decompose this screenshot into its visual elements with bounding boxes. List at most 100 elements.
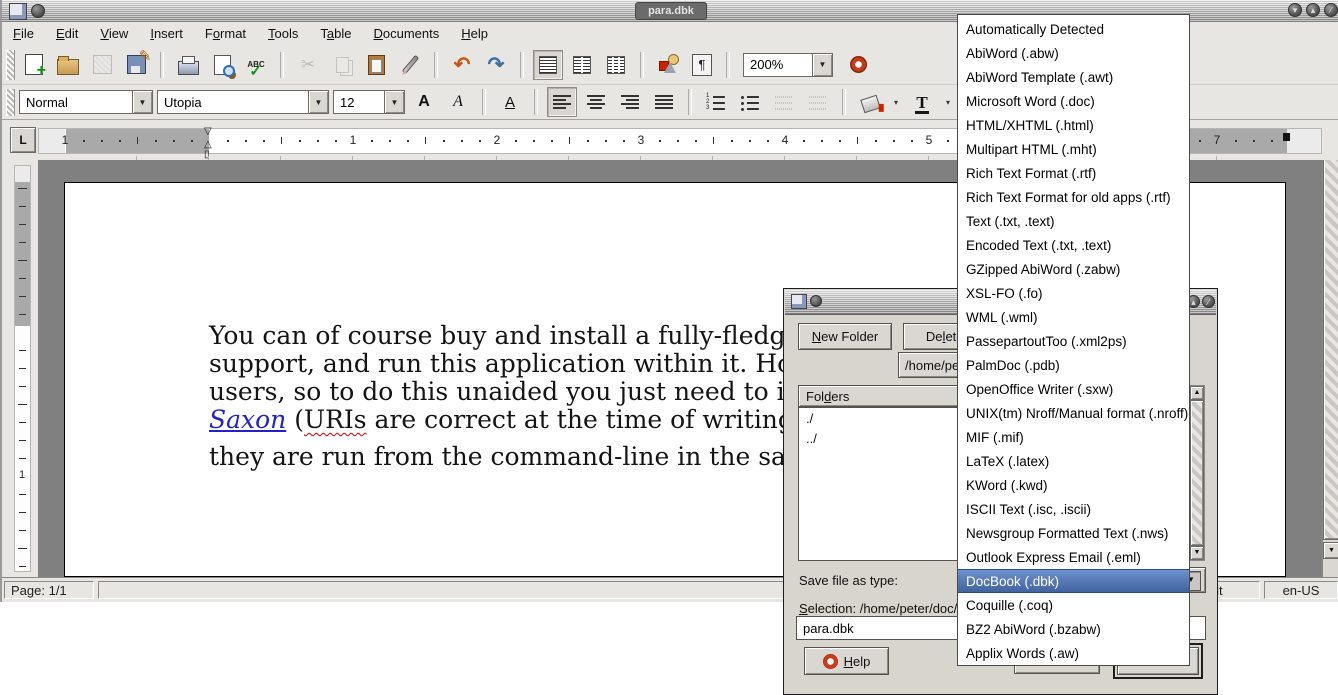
- font-color-dropdown-icon[interactable]: ▾: [941, 91, 955, 113]
- format-option[interactable]: HTML/XHTML (.html): [958, 113, 1189, 137]
- format-option[interactable]: UNIX(tm) Nroff/Manual format (.nroff): [958, 401, 1189, 425]
- bold-button[interactable]: A: [409, 87, 439, 117]
- close-icon[interactable]: ∕: [1324, 3, 1338, 17]
- font-color-button[interactable]: T: [907, 87, 937, 117]
- maximize-icon[interactable]: ▴: [1306, 3, 1320, 17]
- indent-more-button[interactable]: [803, 87, 833, 117]
- format-option[interactable]: Rich Text Format for old apps (.rtf): [958, 185, 1189, 209]
- toolbar-grip[interactable]: [6, 89, 15, 116]
- menu-help[interactable]: Help: [450, 23, 499, 44]
- zoom-combobox[interactable]: 200%▼: [743, 53, 833, 77]
- align-left-button[interactable]: [547, 87, 577, 117]
- bullet-list-button[interactable]: [735, 87, 765, 117]
- format-option[interactable]: BZ2 AbiWord (.bzabw): [958, 617, 1189, 641]
- format-option[interactable]: PassepartoutToo (.xml2ps): [958, 329, 1189, 353]
- status-language[interactable]: en-US: [1264, 581, 1338, 599]
- format-option[interactable]: Newsgroup Formatted Text (.nws): [958, 521, 1189, 545]
- format-option-selected[interactable]: DocBook (.dbk): [958, 569, 1189, 593]
- italic-button[interactable]: A: [443, 87, 473, 117]
- zoom-dropdown-icon[interactable]: ▼: [812, 54, 832, 76]
- open-button[interactable]: [53, 50, 83, 80]
- menu-table[interactable]: Table: [309, 23, 362, 44]
- undo-button[interactable]: ↶: [447, 50, 477, 80]
- format-option[interactable]: ISCII Text (.isc, .iscii): [958, 497, 1189, 521]
- format-option[interactable]: AbiWord Template (.awt): [958, 65, 1189, 89]
- format-option[interactable]: LaTeX (.latex): [958, 449, 1189, 473]
- menu-format[interactable]: Format: [194, 23, 257, 44]
- one-column-button[interactable]: [533, 50, 563, 80]
- menu-insert[interactable]: Insert: [139, 23, 194, 44]
- print-preview-button[interactable]: [207, 50, 237, 80]
- menu-file[interactable]: File: [2, 23, 45, 44]
- scroll-down-icon[interactable]: ▼: [1323, 542, 1338, 559]
- first-line-indent-marker[interactable]: ▽: [204, 127, 212, 137]
- format-option[interactable]: AbiWord (.abw): [958, 41, 1189, 65]
- numbered-list-button[interactable]: [701, 87, 731, 117]
- align-center-button[interactable]: [581, 87, 611, 117]
- menu-view[interactable]: View: [89, 23, 139, 44]
- format-option[interactable]: PalmDoc (.pdb): [958, 353, 1189, 377]
- three-columns-button[interactable]: [601, 50, 631, 80]
- align-right-button[interactable]: [615, 87, 645, 117]
- save-button[interactable]: [87, 50, 117, 80]
- format-option[interactable]: MIF (.mif): [958, 425, 1189, 449]
- font-family-combobox-arrow-icon[interactable]: ▼: [308, 91, 328, 113]
- vertical-scrollbar[interactable]: ▲ ▼: [1322, 160, 1338, 577]
- scrollbar-thumb[interactable]: [1323, 160, 1338, 540]
- dialog-close-icon[interactable]: ∕: [1202, 295, 1215, 308]
- fill-color-dropdown-icon[interactable]: ▾: [889, 91, 903, 113]
- spellcheck-button[interactable]: ABC: [241, 50, 271, 80]
- copy-button[interactable]: [327, 50, 357, 80]
- menu-tools[interactable]: Tools: [257, 23, 309, 44]
- insert-shapes-button[interactable]: [653, 50, 683, 80]
- format-option[interactable]: Coquille (.coq): [958, 593, 1189, 617]
- print-button[interactable]: [173, 50, 203, 80]
- show-formatting-marks-button[interactable]: ¶: [687, 50, 717, 80]
- font-size-combobox[interactable]: 12▼: [333, 90, 405, 114]
- format-option[interactable]: Rich Text Format (.rtf): [958, 161, 1189, 185]
- paragraph-style-combobox-arrow-icon[interactable]: ▼: [132, 91, 152, 113]
- font-family-combobox[interactable]: Utopia▼: [157, 90, 329, 114]
- help-button[interactable]: [843, 50, 873, 80]
- save-as-button[interactable]: [121, 50, 151, 80]
- align-justify-button[interactable]: [649, 87, 679, 117]
- redo-button[interactable]: ↷: [481, 50, 511, 80]
- stylus-button[interactable]: [395, 50, 425, 80]
- tab-stop-selector[interactable]: L: [10, 127, 36, 153]
- toolbar-grip[interactable]: [6, 50, 15, 80]
- format-option[interactable]: Outlook Express Email (.eml): [958, 545, 1189, 569]
- files-scroll-down-icon[interactable]: ▼: [1190, 546, 1204, 560]
- menu-documents[interactable]: Documents: [363, 23, 451, 44]
- fill-color-button[interactable]: [855, 87, 885, 117]
- right-margin-marker[interactable]: [1283, 133, 1290, 141]
- format-option[interactable]: WML (.wml): [958, 305, 1189, 329]
- format-option[interactable]: XSL-FO (.fo): [958, 281, 1189, 305]
- format-option[interactable]: KWord (.kwd): [958, 473, 1189, 497]
- new-document-button[interactable]: [19, 50, 49, 80]
- dialog-window-menu-button[interactable]: [810, 295, 822, 307]
- two-columns-button[interactable]: [567, 50, 597, 80]
- paragraph-style-combobox[interactable]: Normal▼: [19, 90, 153, 114]
- format-option[interactable]: Applix Words (.aw): [958, 641, 1189, 665]
- format-option[interactable]: OpenOffice Writer (.sxw): [958, 377, 1189, 401]
- font-size-combobox-arrow-icon[interactable]: ▼: [384, 91, 404, 113]
- files-list-scrollbar[interactable]: ▲ ▼: [1189, 385, 1205, 561]
- help-button[interactable]: Help: [804, 647, 889, 675]
- format-option[interactable]: Microsoft Word (.doc): [958, 89, 1189, 113]
- cut-button[interactable]: ✂: [293, 50, 323, 80]
- files-scrollbar-thumb[interactable]: [1190, 400, 1204, 546]
- window-menu-button[interactable]: [31, 4, 45, 18]
- new-folder-button[interactable]: New Folder: [798, 323, 892, 350]
- minimize-icon[interactable]: ▾: [1288, 3, 1302, 17]
- paste-button[interactable]: [361, 50, 391, 80]
- format-option[interactable]: Multipart HTML (.mht): [958, 137, 1189, 161]
- format-option[interactable]: Encoded Text (.txt, .text): [958, 233, 1189, 257]
- format-option[interactable]: Text (.txt, .text): [958, 209, 1189, 233]
- menu-edit[interactable]: Edit: [45, 23, 89, 44]
- format-option[interactable]: GZipped AbiWord (.zabw): [958, 257, 1189, 281]
- underline-button[interactable]: A: [495, 87, 525, 117]
- indent-less-button[interactable]: [769, 87, 799, 117]
- hyperlink[interactable]: Saxon: [209, 405, 286, 434]
- format-option[interactable]: Automatically Detected: [958, 17, 1189, 41]
- files-scroll-up-icon[interactable]: ▲: [1190, 386, 1204, 400]
